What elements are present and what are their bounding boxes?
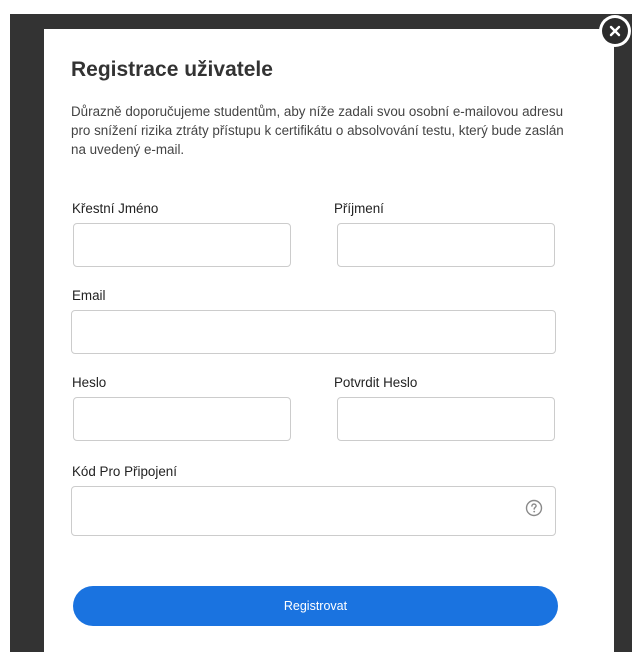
email-label: Email	[72, 288, 106, 303]
last-name-input[interactable]	[337, 223, 555, 267]
register-button[interactable]: Registrovat	[73, 586, 558, 626]
registration-modal: Registrace uživatele Důrazně doporučujem…	[44, 29, 614, 652]
first-name-input[interactable]	[73, 223, 291, 267]
code-input[interactable]	[71, 486, 556, 536]
password-label: Heslo	[72, 375, 107, 390]
intro-text: Důrazně doporučujeme studentům, aby níže…	[71, 104, 564, 157]
password-input[interactable]	[73, 397, 291, 441]
last-name-label: Příjmení	[334, 201, 384, 216]
first-name-label: Křestní Jméno	[72, 201, 159, 216]
code-label: Kód Pro Připojení	[72, 464, 177, 479]
close-button[interactable]	[599, 15, 631, 47]
email-input[interactable]	[71, 310, 556, 354]
close-icon	[602, 18, 628, 44]
modal-title: Registrace uživatele	[71, 58, 273, 81]
question-circle-icon[interactable]	[525, 499, 543, 517]
confirm-password-input[interactable]	[337, 397, 555, 441]
confirm-password-label: Potvrdit Heslo	[334, 375, 418, 390]
